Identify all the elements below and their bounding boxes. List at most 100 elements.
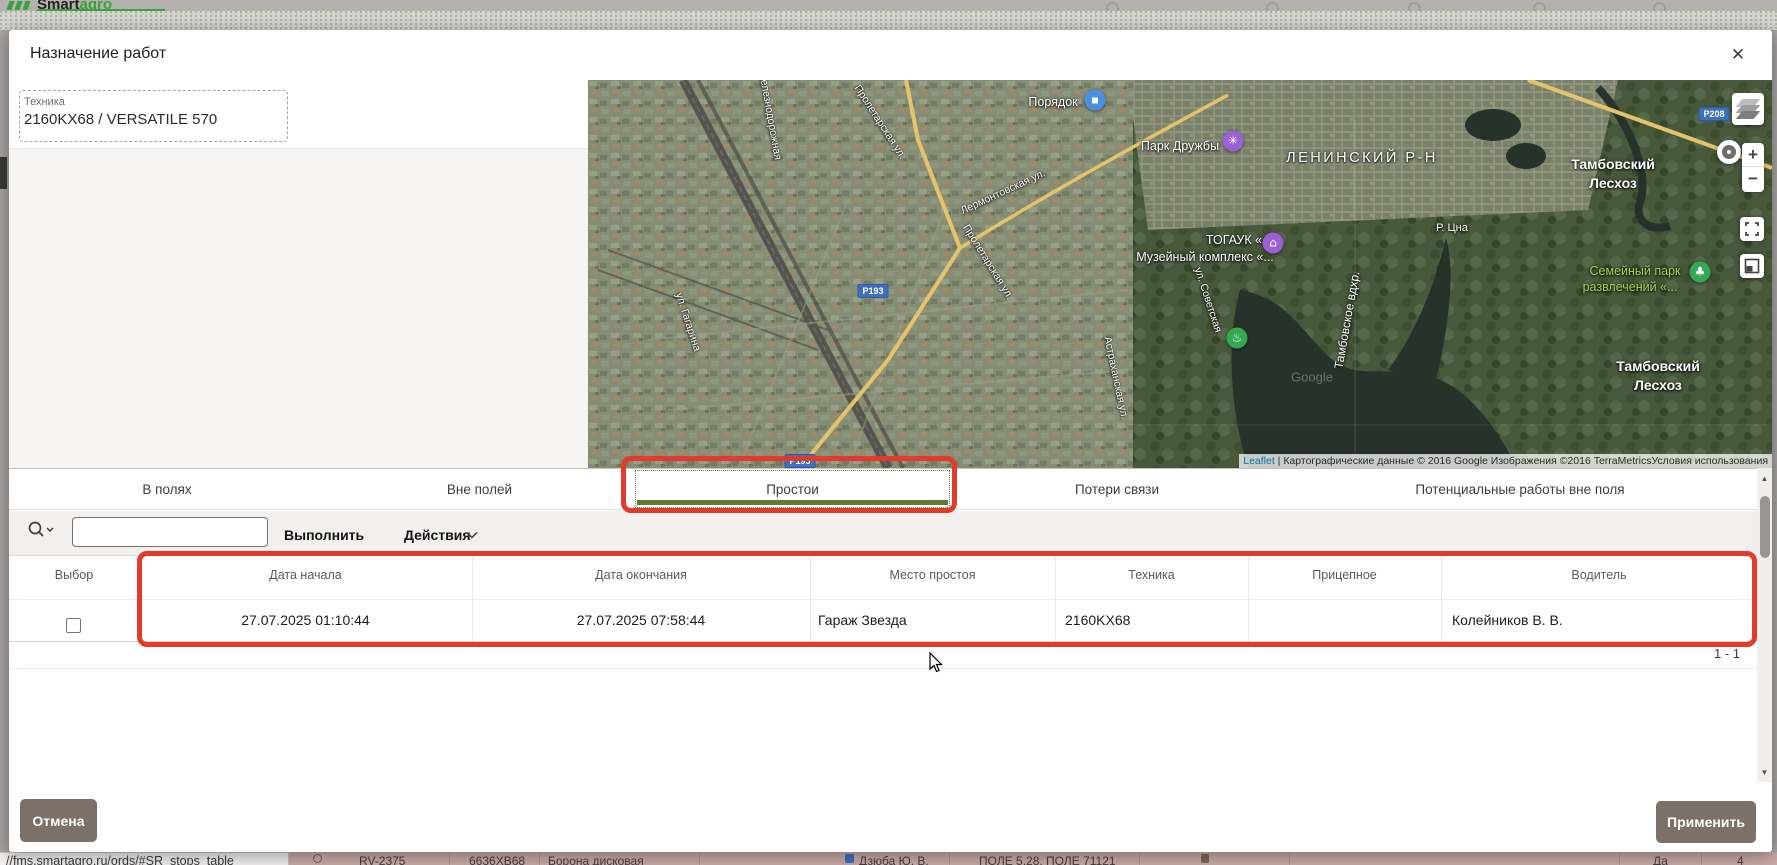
map-attribution: Leaflet | Картографические данные © 2016…	[1239, 454, 1772, 468]
park-poi-icon[interactable]: ✳	[1223, 131, 1244, 152]
museum-poi-icon[interactable]: ⌂	[1263, 233, 1284, 254]
dialog-title: Назначение работ	[30, 45, 166, 63]
locate-control[interactable]	[1717, 140, 1741, 164]
active-tab-underline	[637, 500, 948, 505]
background-pattern-band	[0, 11, 1777, 30]
locate-dot	[1727, 150, 1731, 154]
header-icon	[1408, 2, 1421, 11]
background-app-header: Smartagro	[0, 0, 1777, 11]
place-label: Тамбовский	[1571, 156, 1655, 172]
tab-label: Простои	[766, 482, 819, 497]
shop-poi-icon[interactable]: ▪	[1085, 90, 1106, 111]
screen: Smartagro //fms.smartagro.ru/ords/#SR_st…	[0, 0, 1777, 865]
cell-idle-place: Гараж Звезда	[818, 612, 907, 628]
column-header-end-date[interactable]: Дата окончания	[472, 568, 810, 582]
tab-label: Вне полей	[447, 482, 512, 497]
background-table-row: RV-2375 6636ХВ68 Борона дисковая Дзюба Ю…	[289, 852, 1777, 865]
tree-poi-icon[interactable]: ♣	[1690, 262, 1711, 283]
cell-driver: Колейников В. В.	[1452, 612, 1563, 628]
tech-field-value: 2160KX68 / VERSATILE 570	[24, 111, 217, 128]
column-header-select[interactable]: Выбор	[9, 568, 139, 582]
place-label: ТОГАУК «	[1206, 233, 1262, 247]
status-url-tooltip: //fms.smartagro.ru/ords/#SR_stops_table	[0, 852, 289, 865]
execute-button[interactable]: Выполнить	[284, 527, 364, 543]
zoom-in-button[interactable]: +	[1742, 143, 1764, 167]
actions-menu-button[interactable]: Действия	[404, 527, 471, 543]
header-icon	[1653, 2, 1666, 11]
zoom-out-button[interactable]: −	[1742, 167, 1764, 191]
leaflet-link[interactable]: Leaflet	[1243, 455, 1275, 467]
cell-start-date: 27.07.2025 01:10:44	[139, 612, 472, 628]
tech-field-label: Техника	[24, 96, 65, 108]
tab-connection-losses[interactable]: Потери связи	[951, 469, 1283, 509]
fullscreen-control[interactable]	[1740, 217, 1764, 241]
scrollbar-thumb[interactable]	[1760, 496, 1770, 558]
park-label: Семейный парк	[1590, 264, 1681, 278]
minimap-control[interactable]	[1740, 254, 1764, 278]
tab-label: Потенциальные работы вне поля	[1415, 482, 1624, 497]
road-badge: P193	[784, 454, 815, 468]
place-label: Тамбовский	[1616, 358, 1700, 374]
bg-cell: ПОЛЕ 5.28, ПОЛЕ 71121	[979, 854, 1116, 865]
column-header-driver[interactable]: Водитель	[1441, 568, 1757, 582]
cell-vehicle: 2160KX68	[1065, 612, 1130, 628]
google-watermark: Google	[1291, 370, 1333, 385]
park-label: развлечений «...	[1583, 280, 1678, 294]
cell-end-date: 27.07.2025 07:58:44	[472, 612, 810, 628]
column-header-vehicle[interactable]: Техника	[1055, 568, 1248, 582]
road-badge: P208	[1698, 107, 1729, 121]
brand-leaf-icon	[7, 1, 15, 10]
leaflet-map[interactable]: Железнодорожная Пролетарская ул. Лермонт…	[588, 80, 1772, 468]
pagination-label: 1 - 1	[1580, 646, 1740, 661]
implement-icon	[1201, 854, 1209, 863]
road-badge: P193	[857, 284, 888, 298]
bg-cell: 4	[1737, 854, 1744, 865]
bg-cell: Борона дисковая	[548, 854, 644, 865]
tab-idles[interactable]: Простои	[634, 469, 951, 509]
district-label: ЛЕНИНСКИЙ Р-Н	[1286, 150, 1438, 166]
fullscreen-icon	[1740, 217, 1764, 241]
background-sidebar-fragment	[0, 157, 7, 189]
park-poi-icon[interactable]: ♨	[1227, 328, 1248, 349]
close-icon[interactable]: ✕	[1727, 44, 1749, 66]
bg-cell: Да	[1653, 854, 1668, 865]
bg-cell: RV-2375	[359, 854, 405, 865]
tractor-icon	[845, 854, 854, 863]
scroll-up-arrow[interactable]: ▲	[1757, 474, 1772, 483]
apply-button[interactable]: Применить	[1656, 801, 1756, 843]
place-label: Лесхоз	[1634, 377, 1682, 393]
cancel-button[interactable]: Отмена	[20, 799, 97, 842]
row-bottom-border	[9, 641, 1757, 642]
minimap-icon	[1740, 254, 1764, 278]
bg-cell: 6636ХВ68	[469, 854, 525, 865]
overlay-right-edge	[1772, 30, 1777, 865]
tab-label: Потери связи	[1075, 482, 1159, 497]
layers-control[interactable]	[1732, 93, 1764, 125]
search-icon[interactable]	[26, 519, 58, 545]
chevron-down-icon	[466, 531, 478, 539]
scroll-down-arrow[interactable]: ▼	[1757, 768, 1772, 777]
tab-potential-works[interactable]: Потенциальные работы вне поля	[1283, 469, 1757, 509]
region-tabs: В полях Вне полей Простои Потери связи П…	[9, 468, 1757, 510]
row-select-checkbox[interactable]	[66, 618, 81, 633]
pagination-border	[9, 668, 1757, 669]
header-icon	[1533, 2, 1546, 11]
header-row-border	[9, 599, 1757, 600]
column-header-trailer[interactable]: Прицепное	[1248, 568, 1441, 582]
tab-label: В полях	[142, 482, 191, 497]
place-label: Порядок	[1028, 95, 1077, 109]
column-header-idle-place[interactable]: Место простоя	[810, 568, 1055, 582]
column-header-start-date[interactable]: Дата начала	[139, 568, 472, 582]
info-icon	[313, 854, 322, 863]
tab-in-fields[interactable]: В полях	[9, 469, 325, 509]
tab-out-of-fields[interactable]: Вне полей	[325, 469, 634, 509]
content-scrollbar[interactable]: ▲ ▼	[1757, 468, 1772, 782]
left-panel-body	[9, 148, 588, 468]
header-icon	[1106, 2, 1119, 11]
brand-leaf-icon	[23, 1, 31, 10]
brand-leaf-icon	[15, 1, 23, 10]
river-label: Р. Цна	[1436, 222, 1468, 234]
search-input[interactable]	[72, 517, 268, 547]
overlay-left-edge	[0, 30, 9, 865]
place-label: Парк Дружбы	[1141, 139, 1219, 153]
